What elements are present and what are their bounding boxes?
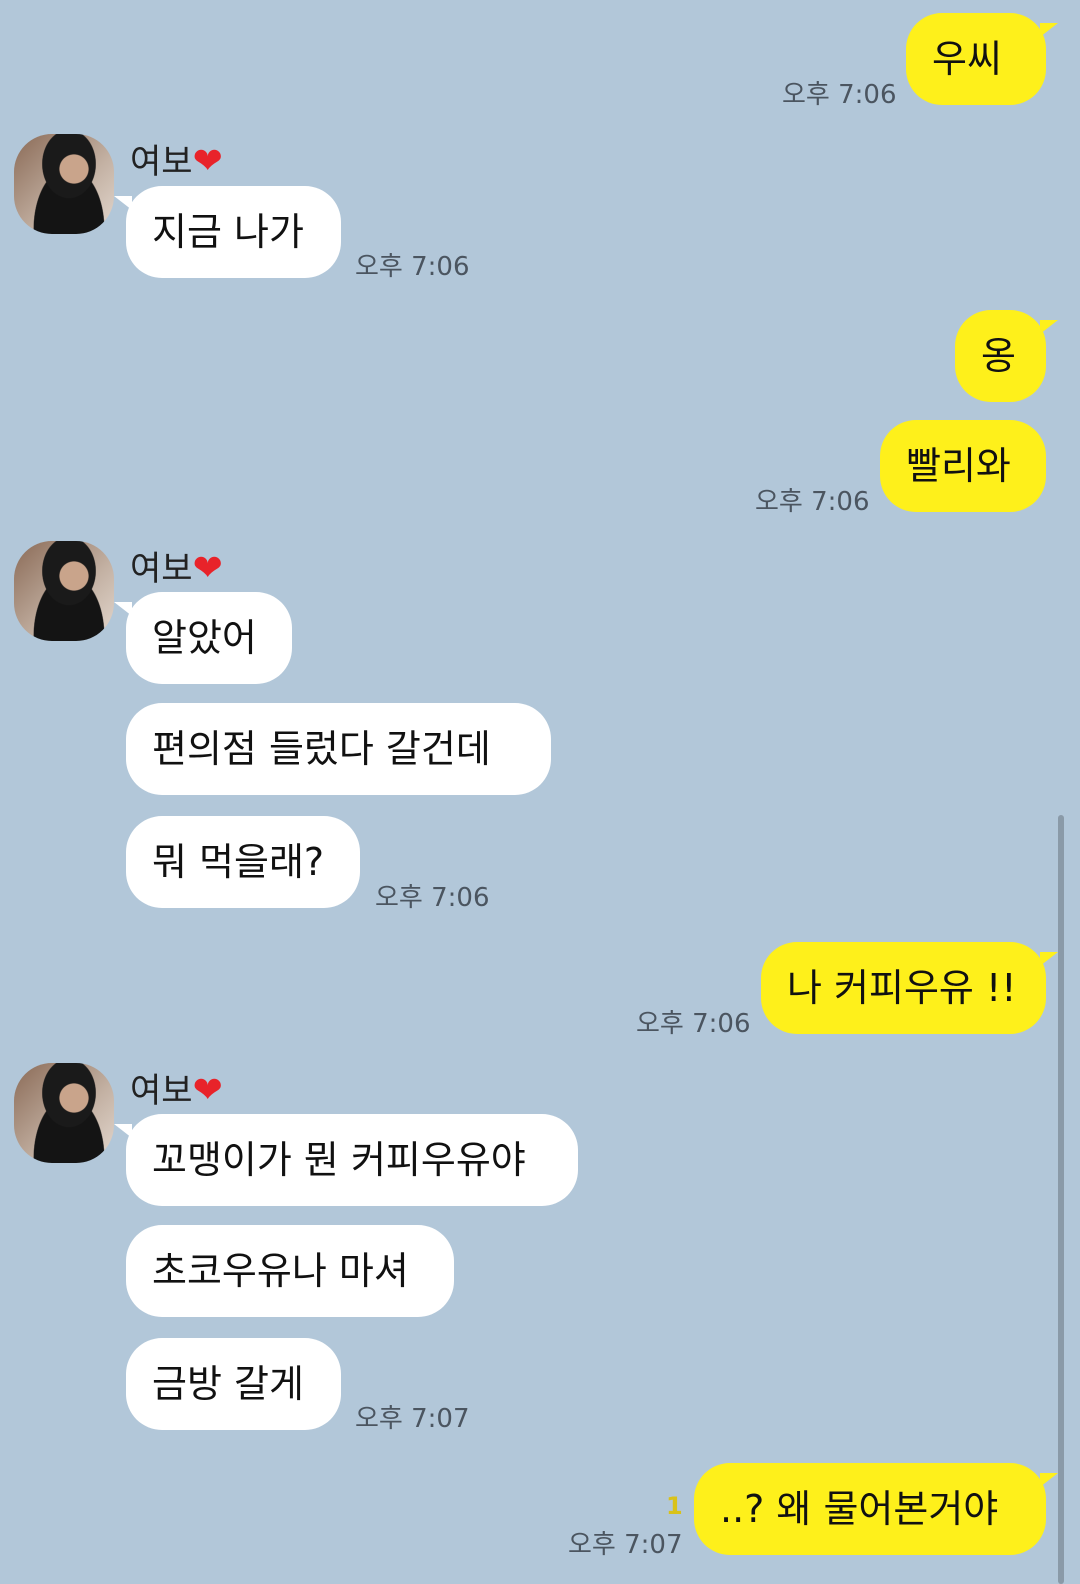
outgoing-message-bubble[interactable]: 우씨 xyxy=(906,13,1058,105)
heart-icon: ❤ xyxy=(192,141,223,182)
message-timestamp: 오후 7:06 xyxy=(755,487,870,517)
outgoing-message-bubble[interactable]: ..? 왜 물어본거야 xyxy=(694,1463,1058,1555)
outgoing-message-bubble[interactable]: 나 커피우유 !! xyxy=(761,942,1058,1034)
sender-name: 여보❤ xyxy=(130,541,223,590)
unread-count: 1 xyxy=(666,1492,683,1520)
heart-icon: ❤ xyxy=(192,548,223,589)
message-timestamp: 오후 7:07 xyxy=(355,1404,470,1434)
message-timestamp: 오후 7:06 xyxy=(782,80,897,110)
sender-name-text: 여보 xyxy=(130,549,193,589)
contact-avatar[interactable] xyxy=(14,1063,114,1163)
sender-name: 여보❤ xyxy=(130,1063,223,1112)
incoming-message-bubble[interactable]: 지금 나가 xyxy=(114,186,341,278)
incoming-message-bubble[interactable]: 꼬맹이가 뭔 커피우유야 xyxy=(114,1114,578,1206)
incoming-message-bubble[interactable]: 편의점 들렀다 갈건데 xyxy=(126,703,551,795)
outgoing-message-bubble[interactable]: 옹 xyxy=(955,310,1058,402)
contact-avatar[interactable] xyxy=(14,134,114,234)
scrollbar[interactable] xyxy=(1058,815,1064,1584)
sender-name-text: 여보 xyxy=(130,142,193,182)
message-timestamp: 오후 7:07 xyxy=(568,1530,683,1560)
sender-name: 여보❤ xyxy=(130,134,223,183)
incoming-message-bubble[interactable]: 금방 갈게 xyxy=(126,1338,341,1430)
outgoing-message-bubble[interactable]: 빨리와 xyxy=(880,420,1046,512)
incoming-message-bubble[interactable]: 초코우유나 마셔 xyxy=(126,1225,454,1317)
contact-avatar[interactable] xyxy=(14,541,114,641)
heart-icon: ❤ xyxy=(192,1070,223,1111)
incoming-message-bubble[interactable]: 알았어 xyxy=(114,592,292,684)
incoming-message-bubble[interactable]: 뭐 먹을래? xyxy=(126,816,360,908)
message-timestamp: 오후 7:06 xyxy=(355,252,470,282)
message-timestamp: 오후 7:06 xyxy=(375,883,490,913)
sender-name-text: 여보 xyxy=(130,1071,193,1111)
message-timestamp: 오후 7:06 xyxy=(636,1009,751,1039)
